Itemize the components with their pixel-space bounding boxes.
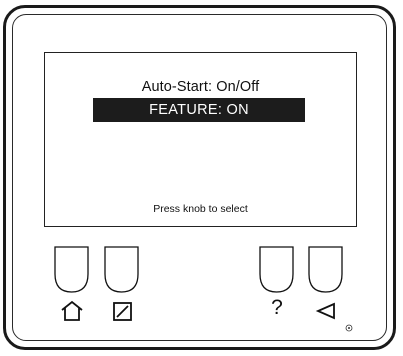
selected-option[interactable]: FEATURE: ON	[93, 98, 305, 122]
back-icon	[311, 298, 341, 324]
softkey-back[interactable]	[308, 246, 343, 293]
softkey-edit[interactable]	[104, 246, 139, 293]
edit-icon	[107, 298, 137, 324]
home-icon	[57, 298, 87, 324]
display-screen: Auto-Start: On/Off FEATURE: ON Press kno…	[44, 52, 357, 227]
screen-title: Auto-Start: On/Off	[141, 79, 260, 95]
help-icon: ?	[271, 296, 283, 319]
brand-mark-icon	[344, 320, 354, 332]
screen-hint: Press knob to select	[153, 203, 248, 215]
softkey-home[interactable]	[54, 246, 89, 293]
softkey-help[interactable]	[259, 246, 294, 293]
